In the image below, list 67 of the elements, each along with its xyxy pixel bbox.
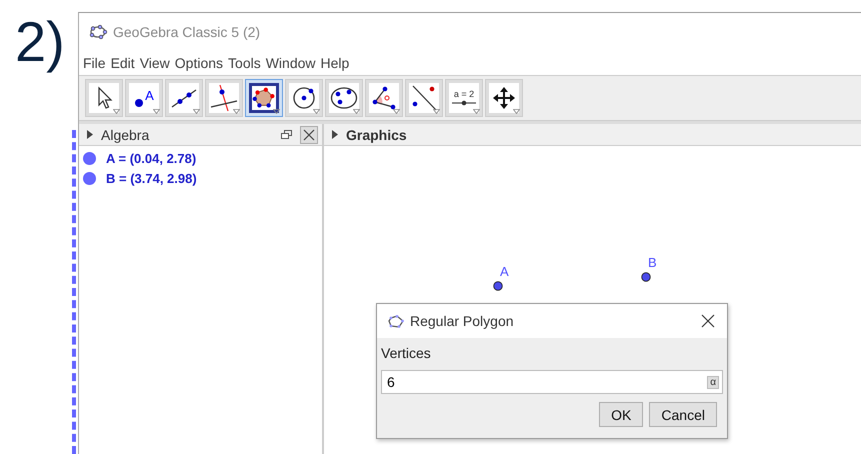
window-title: GeoGebra Classic 5 (2) <box>113 24 260 40</box>
point-dot-icon[interactable] <box>83 172 96 184</box>
menu-item[interactable]: Tools <box>228 55 261 71</box>
point-label: B <box>648 255 657 270</box>
polygon-icon <box>252 86 276 110</box>
tool-label: A <box>145 88 154 102</box>
dialog-button[interactable]: OK <box>599 402 644 427</box>
tool-button[interactable]: a = 2 <box>445 79 483 117</box>
field-label: Vertices <box>381 345 432 361</box>
panel-title: Algebra <box>101 126 150 142</box>
tool-button[interactable] <box>325 79 363 117</box>
dropdown-triangle-icon <box>193 109 200 114</box>
undock-icon[interactable] <box>281 130 292 139</box>
symbol-button[interactable]: α <box>707 376 719 388</box>
dialog-title: Regular Polygon <box>410 313 514 329</box>
tool-button[interactable] <box>165 79 203 117</box>
input-field[interactable]: 6 α <box>381 370 723 394</box>
dropdown-triangle-icon <box>233 109 240 114</box>
close-button[interactable] <box>300 126 318 144</box>
tool-button[interactable]: A <box>125 79 163 117</box>
dialog-button[interactable]: Cancel <box>649 402 717 427</box>
point[interactable] <box>493 281 503 291</box>
dropdown-triangle-icon <box>313 109 320 114</box>
reflect-line-icon <box>410 84 438 112</box>
dropdown-triangle-icon <box>433 109 440 114</box>
dropdown-triangle-icon <box>513 109 520 114</box>
dropdown-triangle-icon <box>153 109 160 114</box>
dropdown-triangle-icon <box>393 109 400 114</box>
tool-button[interactable] <box>405 79 443 117</box>
polygon-logo-icon <box>388 314 404 328</box>
field-value: 6 <box>386 374 396 390</box>
menu-item[interactable]: File <box>83 55 106 71</box>
tool-button[interactable] <box>245 79 283 117</box>
angle-icon <box>371 85 397 111</box>
algebra-entry[interactable]: B = (3.74, 2.98) <box>106 170 197 186</box>
panel-title: Graphics <box>346 126 407 142</box>
line-icon <box>171 87 197 109</box>
dropdown-triangle-icon <box>353 109 360 114</box>
perpendicular-lines-icon <box>210 84 238 112</box>
app-logo-icon <box>89 25 107 39</box>
algebra-entry[interactable]: A = (0.04, 2.78) <box>106 150 196 166</box>
close-icon <box>303 128 315 140</box>
menu-item[interactable]: Help <box>320 55 350 71</box>
circle-icon <box>291 85 317 111</box>
point-icon <box>134 98 144 108</box>
point-label: A <box>500 264 509 279</box>
menu-item[interactable]: Edit <box>110 55 135 71</box>
menu-item[interactable]: View <box>140 55 170 71</box>
point-dot-icon[interactable] <box>83 152 96 164</box>
dropdown-triangle-icon <box>473 109 480 114</box>
point[interactable] <box>641 272 651 282</box>
slider-icon <box>452 100 476 106</box>
menu-item[interactable]: Window <box>266 55 316 71</box>
tool-label: a = 2 <box>454 90 474 99</box>
close-icon[interactable] <box>701 314 715 328</box>
dropdown-triangle-icon <box>113 109 120 114</box>
tool-button[interactable] <box>365 79 403 117</box>
menu-item[interactable]: Options <box>174 55 224 71</box>
tool-button[interactable] <box>205 79 243 117</box>
collapse-triangle-icon <box>87 130 93 139</box>
tool-button[interactable] <box>285 79 323 117</box>
ellipse-icon <box>330 86 358 110</box>
collapse-triangle-icon <box>332 130 338 139</box>
tool-button[interactable] <box>485 79 523 117</box>
move-arrows-icon <box>492 86 516 110</box>
tool-button[interactable] <box>85 79 123 117</box>
dropdown-triangle-icon <box>273 109 280 114</box>
